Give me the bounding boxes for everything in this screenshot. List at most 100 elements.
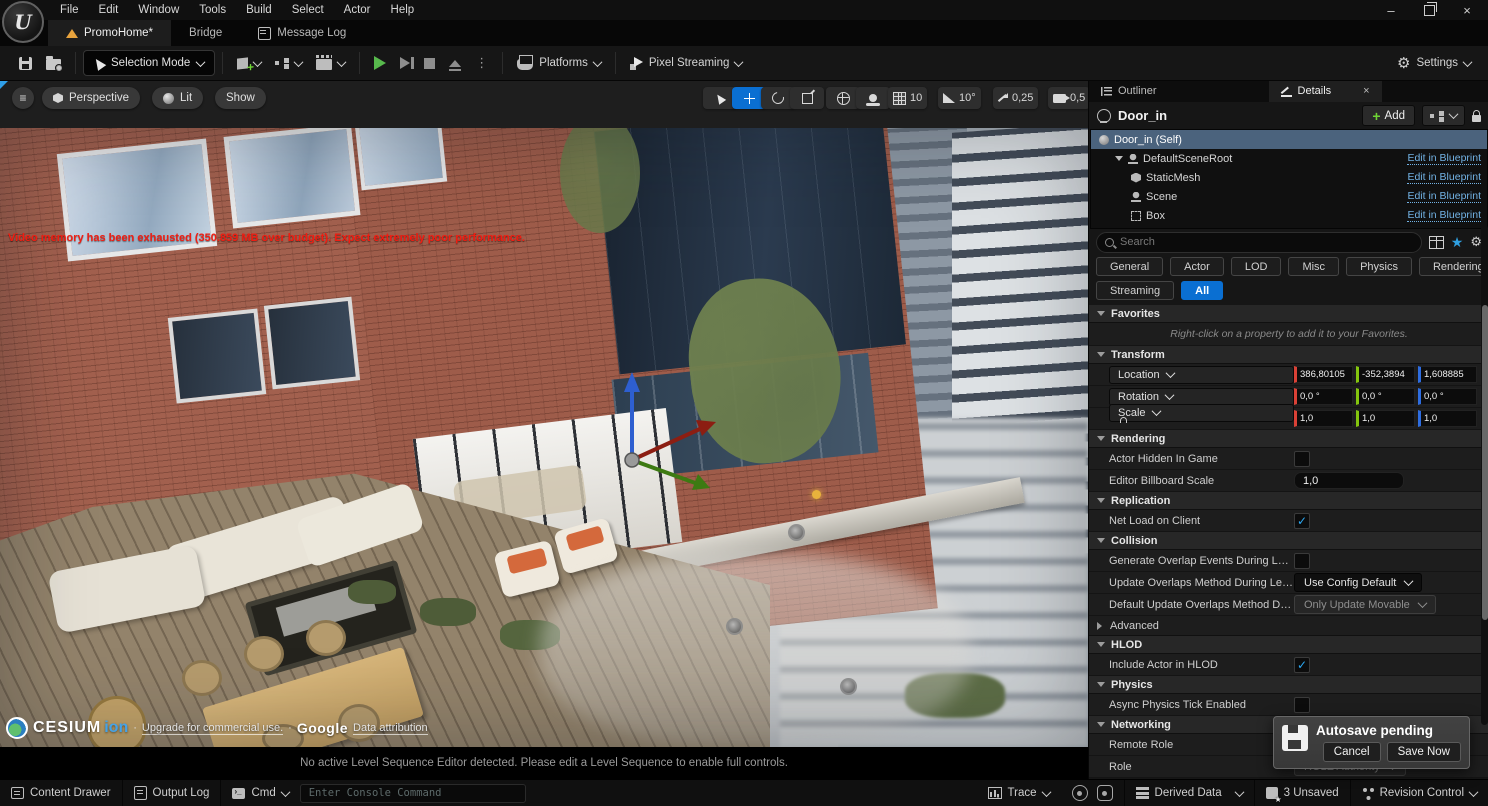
scene-render[interactable]: Video memory has been exhausted (350.859… xyxy=(0,128,1088,747)
close-tab-icon[interactable]: × xyxy=(1363,85,1369,97)
section-header-collision[interactable]: Collision xyxy=(1089,532,1488,550)
asset-tab-message-log[interactable]: Message Log xyxy=(240,20,364,46)
checkbox[interactable]: ✓ xyxy=(1294,657,1310,673)
checkbox[interactable]: ✓ xyxy=(1294,513,1310,529)
upgrade-link[interactable]: Upgrade for commercial use. xyxy=(142,722,283,735)
component-row[interactable]: Door_in (Self) xyxy=(1091,130,1487,149)
stop-button[interactable] xyxy=(417,50,442,76)
axis-field[interactable]: 1,0 xyxy=(1294,410,1353,427)
cmd-dropdown[interactable]: Cmd xyxy=(221,780,299,806)
pixel-streaming-dropdown[interactable]: Pixel Streaming xyxy=(623,50,750,76)
component-row[interactable]: SceneEdit in Blueprint xyxy=(1091,187,1487,206)
expander-icon[interactable] xyxy=(1097,642,1105,647)
expander-icon[interactable] xyxy=(1097,682,1105,687)
skip-frame-button[interactable] xyxy=(393,50,417,76)
show-dropdown[interactable]: Show xyxy=(215,87,266,109)
derived-data-dropdown[interactable]: Derived Data xyxy=(1124,780,1255,806)
eject-button[interactable] xyxy=(442,50,468,76)
component-row[interactable]: StaticMeshEdit in Blueprint xyxy=(1091,168,1487,187)
menu-item-actor[interactable]: Actor xyxy=(334,0,381,20)
translate-gizmo[interactable] xyxy=(598,366,728,496)
axis-field[interactable]: 0,0 ° xyxy=(1418,388,1477,405)
scale-snap-button[interactable]: 0,25 xyxy=(993,87,1038,109)
autosave-cancel-button[interactable]: Cancel xyxy=(1323,742,1381,762)
menu-item-edit[interactable]: Edit xyxy=(89,0,129,20)
output-log-button[interactable]: Output Log xyxy=(123,780,222,806)
world-local-toggle[interactable] xyxy=(826,87,860,109)
save-button[interactable] xyxy=(12,50,39,76)
menu-item-window[interactable]: Window xyxy=(128,0,189,20)
light-actor-icon[interactable] xyxy=(726,618,743,635)
component-row[interactable]: BoxEdit in Blueprint xyxy=(1091,206,1487,225)
content-drawer-button[interactable]: Content Drawer xyxy=(0,780,123,806)
trace-dropdown[interactable]: Trace xyxy=(977,780,1061,806)
expander-icon[interactable] xyxy=(1097,352,1105,357)
component-row[interactable]: DefaultSceneRootEdit in Blueprint xyxy=(1091,149,1487,168)
blueprints-dropdown[interactable] xyxy=(268,50,309,76)
axis-field[interactable]: 1,608885 xyxy=(1418,366,1477,383)
value-dropdown[interactable]: Use Config Default xyxy=(1294,573,1422,592)
axis-field[interactable]: 1,0 xyxy=(1418,410,1477,427)
menu-item-select[interactable]: Select xyxy=(282,0,334,20)
transform-scale-dropdown[interactable]: Scale xyxy=(1109,404,1294,422)
checkbox[interactable] xyxy=(1294,451,1310,467)
menu-item-build[interactable]: Build xyxy=(236,0,282,20)
value-input[interactable]: 1,0 xyxy=(1294,472,1404,489)
play-button[interactable] xyxy=(367,50,393,76)
browse-content-button[interactable] xyxy=(39,50,68,76)
minimize-button[interactable]: – xyxy=(1376,1,1406,19)
tab-outliner[interactable]: Outliner xyxy=(1089,80,1169,102)
sun-sprite-icon[interactable] xyxy=(812,490,821,499)
unsaved-button[interactable]: 3 Unsaved xyxy=(1255,780,1351,806)
edit-in-blueprint-link[interactable]: Edit in Blueprint xyxy=(1407,190,1481,203)
close-button[interactable]: × xyxy=(1452,1,1482,19)
filter-general[interactable]: General xyxy=(1096,257,1163,276)
revision-control-dropdown[interactable]: Revision Control xyxy=(1351,780,1488,806)
expander-icon[interactable] xyxy=(1097,498,1105,503)
filter-all[interactable]: All xyxy=(1181,281,1223,300)
snapshot-icon[interactable] xyxy=(1097,785,1113,801)
tab-details[interactable]: Details× xyxy=(1269,80,1382,102)
section-header-replication[interactable]: Replication xyxy=(1089,492,1488,510)
edit-in-blueprint-link[interactable]: Edit in Blueprint xyxy=(1407,152,1481,165)
section-header-physics[interactable]: Physics xyxy=(1089,676,1488,694)
level-viewport[interactable]: ≡ Perspective Lit Show 10 10° 0,25 0,5 xyxy=(0,80,1088,779)
axis-field[interactable]: 1,0 xyxy=(1356,410,1415,427)
scale-tool-button[interactable] xyxy=(790,87,824,109)
expander-icon[interactable] xyxy=(1097,622,1102,630)
cinematics-dropdown[interactable] xyxy=(309,50,352,76)
console-command-input[interactable]: Enter Console Command xyxy=(300,784,526,803)
expander-icon[interactable] xyxy=(1097,722,1105,727)
camera-speed-button[interactable]: 0,5 xyxy=(1048,87,1090,109)
unreal-logo-icon[interactable]: U xyxy=(2,1,44,43)
section-header-transform[interactable]: Transform xyxy=(1089,346,1488,364)
surface-snap-button[interactable] xyxy=(856,87,890,109)
rotation-snap-button[interactable]: 10° xyxy=(938,87,981,109)
checkbox[interactable] xyxy=(1294,553,1310,569)
section-header-favorites[interactable]: Favorites xyxy=(1089,305,1488,323)
expander-icon[interactable] xyxy=(1097,311,1105,316)
section-header-advanced[interactable]: Advanced xyxy=(1089,616,1488,636)
light-actor-icon[interactable] xyxy=(840,678,857,695)
filter-rendering[interactable]: Rendering xyxy=(1419,257,1488,276)
view-mode-dropdown[interactable]: Lit xyxy=(152,87,203,109)
filter-streaming[interactable]: Streaming xyxy=(1096,281,1174,300)
axis-field[interactable]: 0,0 ° xyxy=(1356,388,1415,405)
transform-location-dropdown[interactable]: Location xyxy=(1109,366,1294,384)
display-options-icon[interactable] xyxy=(1429,236,1444,249)
axis-field[interactable]: -352,3894 xyxy=(1356,366,1415,383)
favorites-star-icon[interactable]: ★ xyxy=(1451,236,1464,248)
add-actor-dropdown[interactable] xyxy=(230,50,268,76)
expander-icon[interactable] xyxy=(1097,538,1105,543)
filter-actor[interactable]: Actor xyxy=(1170,257,1224,276)
scrollbar-thumb[interactable] xyxy=(1482,305,1488,620)
menu-item-tools[interactable]: Tools xyxy=(189,0,236,20)
edit-in-blueprint-link[interactable]: Edit in Blueprint xyxy=(1407,171,1481,184)
checkbox[interactable] xyxy=(1294,697,1310,713)
lock-icon[interactable] xyxy=(1472,115,1481,122)
light-actor-icon[interactable] xyxy=(788,524,805,541)
perspective-dropdown[interactable]: Perspective xyxy=(42,87,140,109)
platforms-dropdown[interactable]: Platforms xyxy=(510,50,608,76)
play-options-button[interactable]: ⋮ xyxy=(468,50,495,76)
edit-in-blueprint-link[interactable]: Edit in Blueprint xyxy=(1407,209,1481,222)
